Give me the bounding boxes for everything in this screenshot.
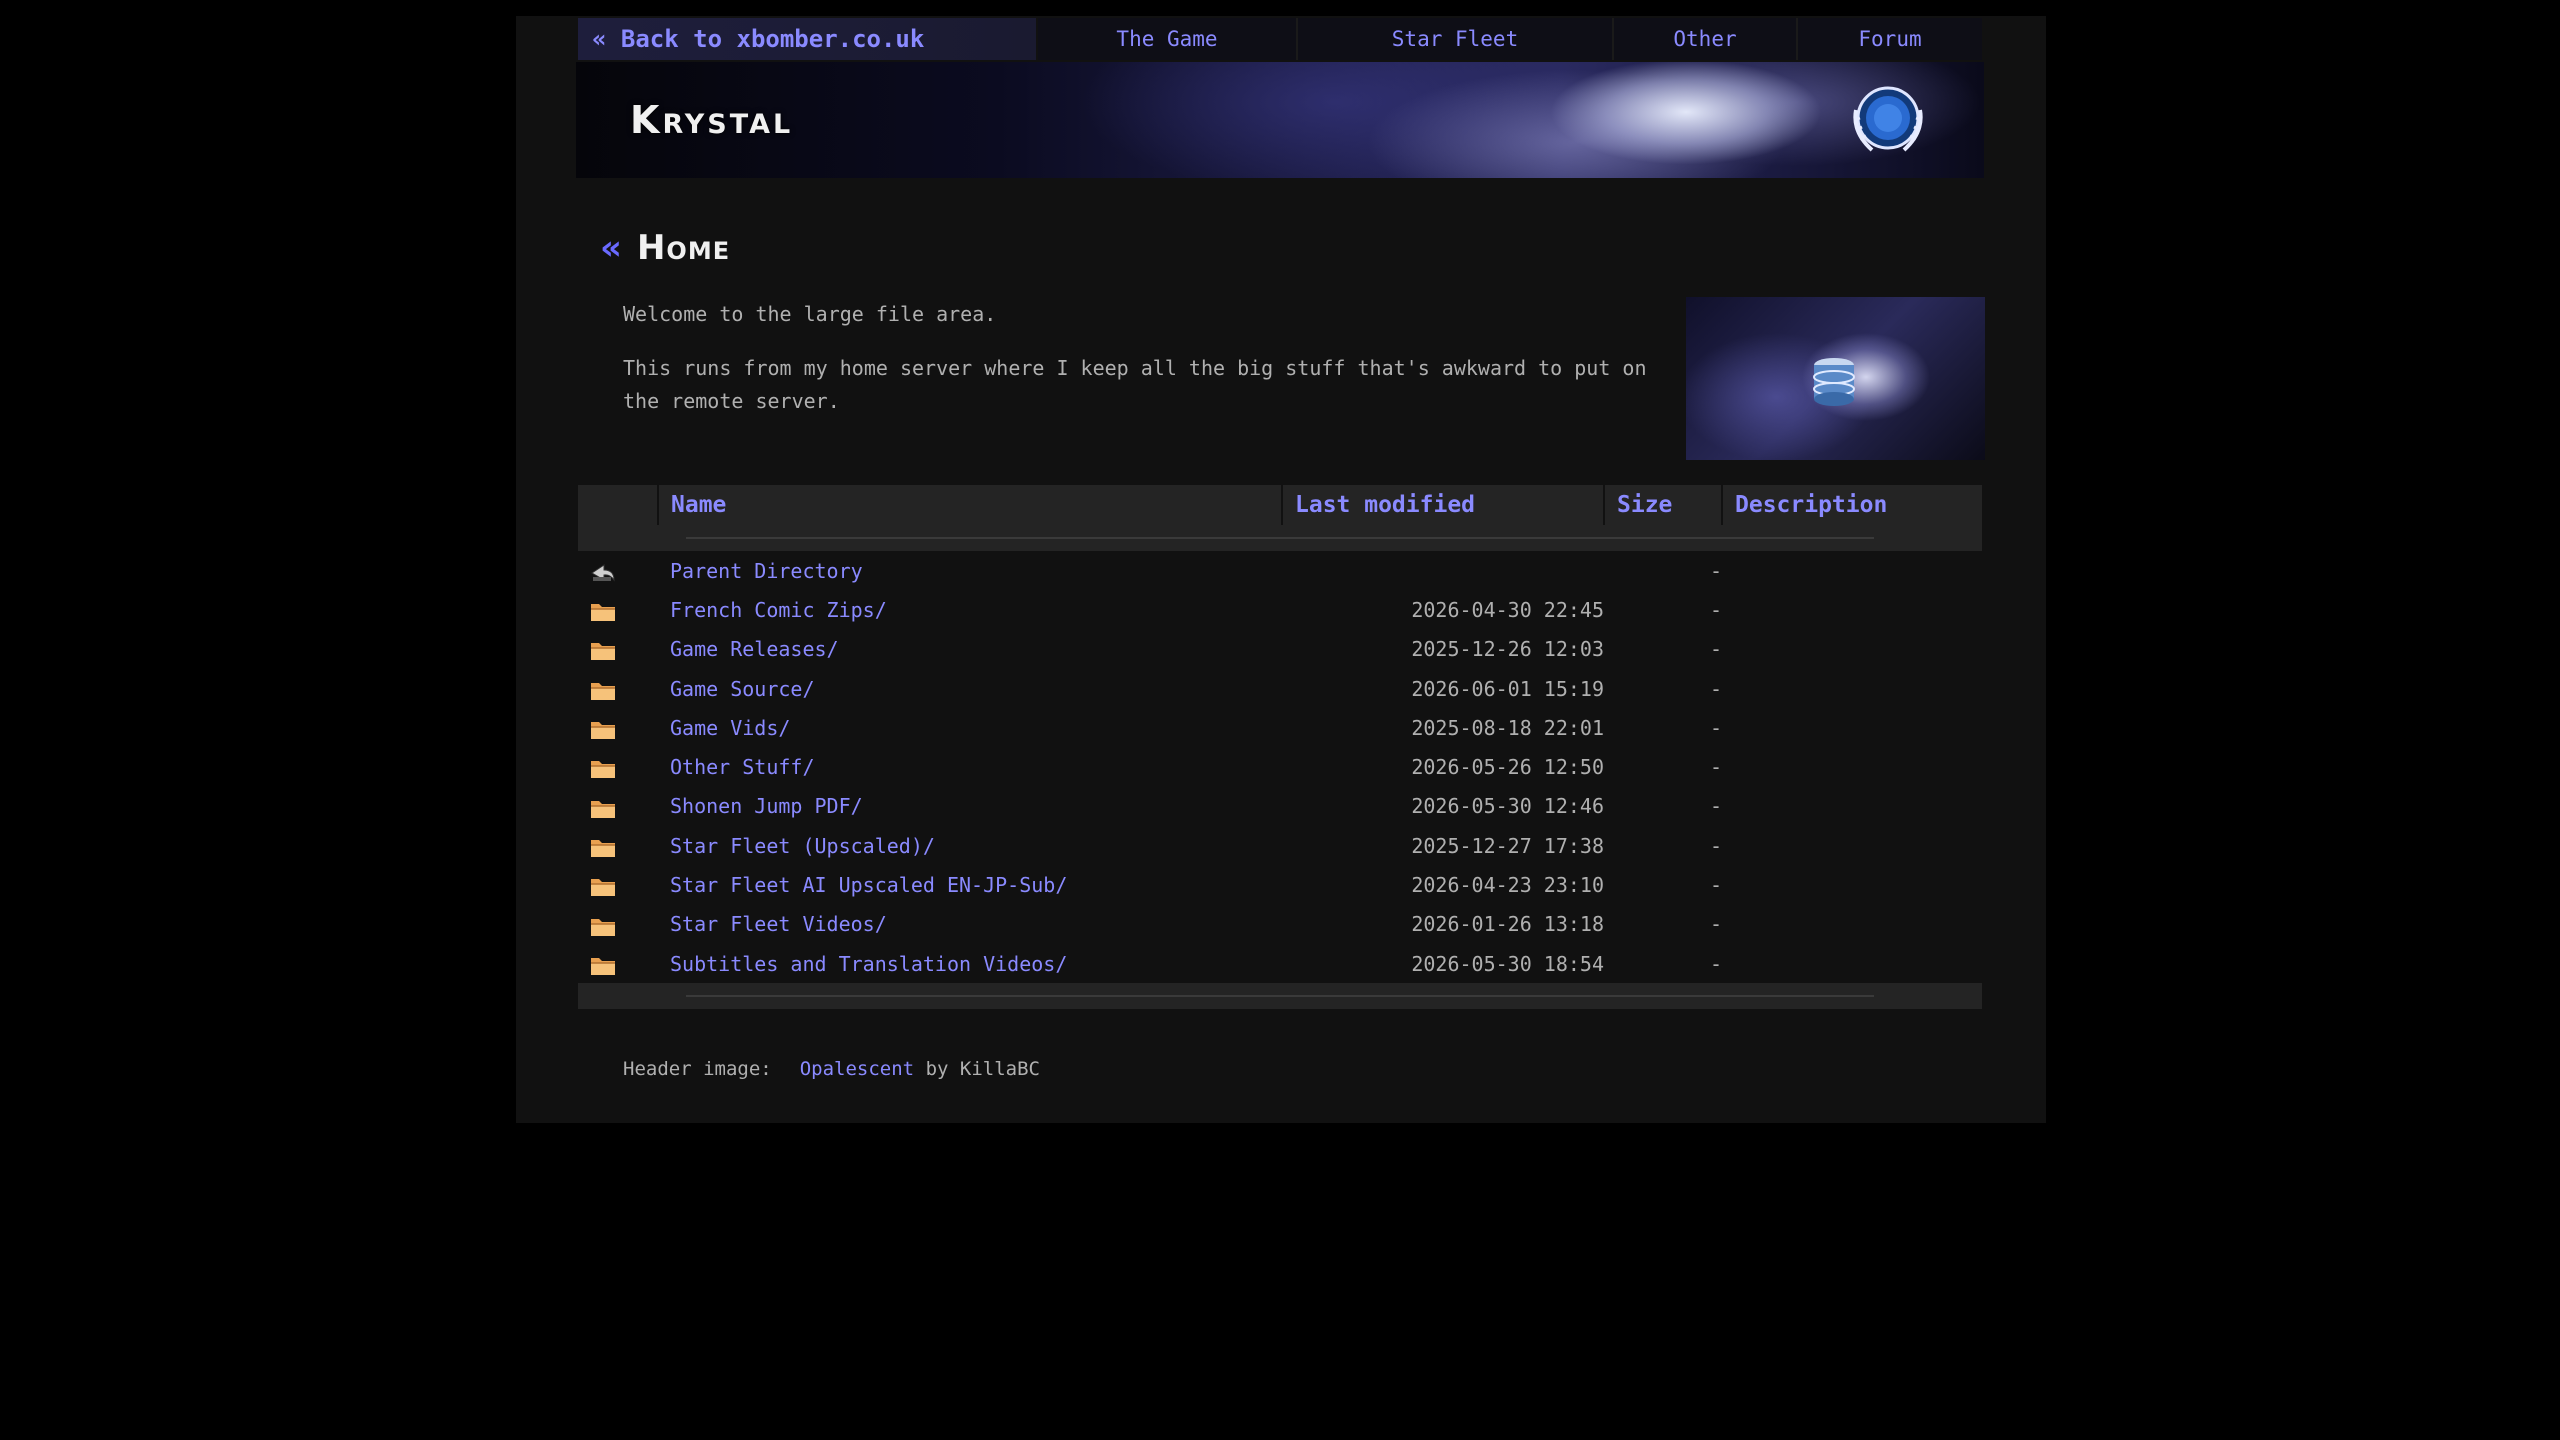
footer-label: Header image: bbox=[623, 1058, 772, 1080]
table-row: Subtitles and Translation Videos/2026-05… bbox=[578, 944, 1982, 983]
table-row: Game Releases/2025-12-26 12:03 - bbox=[578, 630, 1982, 669]
intro-paragraph-1: Welcome to the large file area. bbox=[623, 302, 997, 326]
entry-modified: 2025-08-18 22:01 bbox=[1411, 715, 1604, 740]
entry-description bbox=[1722, 787, 1982, 826]
table-row: Parent Directory - bbox=[578, 551, 1982, 590]
entry-size: - bbox=[1709, 755, 1722, 780]
page-container: « Back to xbomber.co.uk The Game Star Fl… bbox=[516, 16, 2046, 1123]
entry-description bbox=[1722, 905, 1982, 944]
table-row: Star Fleet Videos/2026-01-26 13:18 - bbox=[578, 905, 1982, 944]
separator-row bbox=[578, 983, 1982, 1010]
header-name[interactable]: Name bbox=[658, 485, 1283, 525]
server-illustration bbox=[1686, 297, 1985, 460]
separator-row bbox=[578, 525, 1982, 551]
back-to-site-link[interactable]: « Back to xbomber.co.uk bbox=[578, 18, 1038, 60]
entry-link[interactable]: Star Fleet AI Upscaled EN-JP-Sub/ bbox=[670, 873, 1067, 897]
entry-description bbox=[1722, 826, 1982, 865]
folder-icon[interactable] bbox=[590, 833, 616, 857]
entry-modified: 2026-01-26 13:18 bbox=[1411, 912, 1604, 937]
federation-emblem-icon bbox=[1853, 86, 1923, 152]
page-title: « Home bbox=[600, 228, 730, 268]
entry-description bbox=[1722, 708, 1982, 747]
database-icon bbox=[1813, 358, 1855, 406]
entry-link[interactable]: Parent Directory bbox=[670, 559, 863, 583]
entry-modified: 2026-05-30 12:46 bbox=[1411, 794, 1604, 819]
footer-credit-text: by KillaBC bbox=[925, 1058, 1040, 1080]
folder-icon[interactable] bbox=[590, 873, 616, 897]
folder-icon[interactable] bbox=[590, 637, 616, 661]
table-row: Star Fleet (Upscaled)/ 2025-12-27 17:38 - bbox=[578, 826, 1982, 865]
entry-description bbox=[1722, 630, 1982, 669]
header-banner: Krystal bbox=[576, 62, 1984, 178]
entry-description bbox=[1722, 865, 1982, 904]
entry-modified: 2025-12-26 12:03 bbox=[1411, 637, 1604, 662]
table-row: Shonen Jump PDF/2026-05-30 12:46 - bbox=[578, 787, 1982, 826]
header-description[interactable]: Description bbox=[1722, 485, 1982, 525]
entry-size: - bbox=[1709, 833, 1722, 858]
entry-size: - bbox=[1709, 912, 1722, 937]
nav-item-other[interactable]: Other bbox=[1614, 18, 1798, 60]
table-row: French Comic Zips/2026-04-30 22:45 - bbox=[578, 590, 1982, 629]
folder-icon[interactable] bbox=[590, 755, 616, 779]
entry-size: - bbox=[1709, 794, 1722, 819]
entry-size: - bbox=[1709, 676, 1722, 701]
entry-size: - bbox=[1709, 951, 1722, 976]
entry-size: - bbox=[1709, 558, 1722, 583]
folder-icon[interactable] bbox=[590, 794, 616, 818]
folder-icon[interactable] bbox=[590, 716, 616, 740]
header-icon-col bbox=[578, 485, 659, 525]
table-row: Other Stuff/2026-05-26 12:50 - bbox=[578, 747, 1982, 786]
table-row: Star Fleet AI Upscaled EN-JP-Sub/2026-04… bbox=[578, 865, 1982, 904]
folder-icon[interactable] bbox=[590, 912, 616, 936]
entry-modified: 2026-04-23 23:10 bbox=[1411, 873, 1604, 898]
entry-description bbox=[1722, 747, 1982, 786]
entry-link[interactable]: Other Stuff/ bbox=[670, 755, 815, 779]
entry-modified: 2026-05-30 18:54 bbox=[1411, 951, 1604, 976]
back-arrow-icon[interactable] bbox=[590, 558, 616, 582]
entry-size: - bbox=[1709, 715, 1722, 740]
nav-item-the-game[interactable]: The Game bbox=[1038, 18, 1298, 60]
entry-link[interactable]: Game Releases/ bbox=[670, 637, 839, 661]
back-home-link[interactable]: « bbox=[600, 228, 623, 268]
entry-modified bbox=[1282, 551, 1604, 590]
entry-link[interactable]: French Comic Zips/ bbox=[670, 598, 887, 622]
folder-icon[interactable] bbox=[590, 676, 616, 700]
entry-description bbox=[1722, 669, 1982, 708]
entry-modified: 2026-06-01 15:19 bbox=[1411, 676, 1604, 701]
entry-modified: 2026-05-26 12:50 bbox=[1411, 755, 1604, 780]
folder-icon[interactable] bbox=[590, 951, 616, 975]
entry-link[interactable]: Star Fleet (Upscaled)/ bbox=[670, 834, 935, 858]
entry-link[interactable]: Shonen Jump PDF/ bbox=[670, 794, 863, 818]
entry-modified: 2025-12-27 17:38 bbox=[1411, 833, 1604, 858]
entry-link[interactable]: Game Vids/ bbox=[670, 716, 790, 740]
entry-size: - bbox=[1709, 873, 1722, 898]
opalescent-link[interactable]: Opalescent bbox=[800, 1058, 914, 1080]
intro-text: Welcome to the large file area. This run… bbox=[623, 298, 1653, 439]
site-logo: Krystal bbox=[630, 98, 794, 142]
entry-link[interactable]: Game Source/ bbox=[670, 677, 815, 701]
entry-link[interactable]: Subtitles and Translation Videos/ bbox=[670, 952, 1067, 976]
file-listing-table: Name Last modified Size Description Pare… bbox=[578, 485, 1982, 1010]
entry-description bbox=[1722, 944, 1982, 983]
header-size[interactable]: Size bbox=[1604, 485, 1723, 525]
intro-paragraph-2: This runs from my home server where I ke… bbox=[623, 356, 1647, 413]
entry-modified: 2026-04-30 22:45 bbox=[1411, 597, 1604, 622]
nav-item-star-fleet[interactable]: Star Fleet bbox=[1298, 18, 1614, 60]
nav-item-forum[interactable]: Forum bbox=[1798, 18, 1982, 60]
entry-size: - bbox=[1709, 597, 1722, 622]
table-row: Game Vids/2025-08-18 22:01 - bbox=[578, 708, 1982, 747]
footer-credit: Header image: Opalescent by KillaBC bbox=[623, 1058, 1040, 1080]
entry-description bbox=[1722, 551, 1982, 590]
entry-size: - bbox=[1709, 637, 1722, 662]
top-nav: « Back to xbomber.co.uk The Game Star Fl… bbox=[578, 18, 1982, 60]
page-title-text: Home bbox=[636, 228, 731, 268]
table-row: Game Source/2026-06-01 15:19 - bbox=[578, 669, 1982, 708]
entry-description bbox=[1722, 590, 1982, 629]
header-last-modified[interactable]: Last modified bbox=[1282, 485, 1605, 525]
entry-link[interactable]: Star Fleet Videos/ bbox=[670, 912, 887, 936]
table-header-row: Name Last modified Size Description bbox=[578, 485, 1982, 525]
folder-icon[interactable] bbox=[590, 598, 616, 622]
